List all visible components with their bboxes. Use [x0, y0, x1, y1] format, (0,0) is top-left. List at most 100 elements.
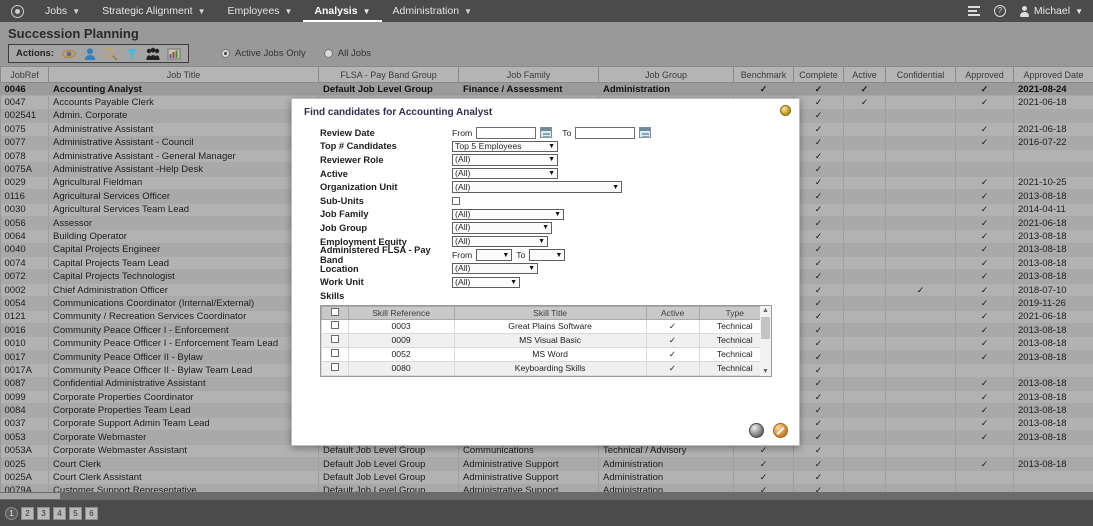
radio-active-jobs-only[interactable]: Active Jobs Only	[221, 48, 306, 59]
nav-item-analysis[interactable]: Analysis ▼	[303, 0, 381, 22]
check-icon: ✓	[814, 445, 823, 456]
check-icon: ✓	[759, 83, 768, 94]
active-select[interactable]: (All) ▼	[452, 167, 558, 180]
grid-column-header[interactable]: Approved	[955, 66, 1014, 83]
group-icon[interactable]	[146, 47, 160, 61]
radio-all-jobs[interactable]: All Jobs	[323, 48, 371, 59]
page-button[interactable]: 5	[69, 506, 82, 520]
calendar-icon[interactable]	[639, 127, 652, 139]
skills-row[interactable]: 0003 Great Plains Software ✓ Technical	[321, 318, 772, 334]
grid-column-header[interactable]: Benchmark	[733, 66, 794, 83]
job-title-cell: Corporate Webmaster Assistant	[48, 444, 319, 458]
person-icon[interactable]	[83, 47, 97, 61]
calendar-icon[interactable]	[540, 127, 553, 139]
organization-unit-select[interactable]: (All) ▼	[452, 181, 622, 193]
job-group-select[interactable]: (All) ▼	[452, 222, 552, 234]
eye-icon[interactable]	[62, 47, 76, 61]
skills-table-container[interactable]: Skill Reference Skill Title Active Type 000…	[320, 304, 772, 377]
skills-select-all-header[interactable]	[321, 305, 349, 320]
approved-cell: ✓	[955, 350, 1014, 365]
check-icon: ✓	[980, 137, 989, 148]
grid-column-header[interactable]: Job Title	[48, 66, 319, 83]
cancel-button[interactable]	[773, 423, 788, 438]
reviewer-role-select[interactable]: (All) ▼	[452, 154, 558, 166]
scroll-down-arrow-icon[interactable]: ▼	[760, 368, 771, 375]
field-top-candidates: Top # Candidates Top 5 Employees ▼	[292, 140, 799, 154]
skills-row[interactable]: 0009 MS Visual Basic ✓ Technical	[321, 332, 772, 348]
scroll-up-arrow-icon[interactable]: ▲	[760, 306, 771, 315]
select-all-checkbox[interactable]	[330, 307, 339, 316]
table-row[interactable]: 0053A Corporate Webmaster Assistant Defaul…	[0, 444, 1093, 458]
job-family-select[interactable]: (All) ▼	[452, 208, 564, 221]
menu-lines-icon[interactable]	[967, 6, 980, 16]
grid-column-header[interactable]: Job Family	[458, 66, 599, 83]
chevron-down-icon: ▼	[510, 278, 517, 286]
grid-column-header[interactable]: FLSA - Pay Band Group	[318, 66, 459, 83]
sub-units-checkbox[interactable]	[452, 196, 460, 205]
grid-column-header[interactable]: Active	[843, 66, 886, 83]
magnifier-icon[interactable]	[104, 47, 118, 61]
complete-cell: ✓	[793, 229, 844, 244]
location-select[interactable]: (All) ▼	[452, 262, 538, 275]
skill-checkbox[interactable]	[330, 349, 339, 358]
review-date-to-input[interactable]	[575, 127, 636, 139]
skill-checkbox[interactable]	[330, 363, 339, 372]
confidential-cell	[885, 122, 956, 137]
skills-column-header[interactable]: Skill Title	[453, 305, 647, 320]
approved-date-cell: 2013-08-18	[1013, 350, 1093, 365]
table-row[interactable]: 0046 Accounting Analyst Default Job Level …	[0, 82, 1093, 97]
page-button[interactable]: 3	[37, 506, 50, 520]
help-icon[interactable]: ?	[993, 5, 1006, 17]
nav-item-administration[interactable]: Administration ▼	[382, 0, 483, 22]
check-icon: ✓	[814, 391, 823, 402]
nav-item-label: Jobs	[45, 5, 68, 17]
nav-item-employees[interactable]: Employees ▼	[217, 0, 304, 22]
active-cell	[843, 310, 886, 325]
approved-date-cell: 2013-08-18	[1013, 417, 1093, 432]
employment-equity-select[interactable]: (All) ▼	[452, 235, 548, 248]
horizontal-scrollbar[interactable]	[0, 492, 1093, 500]
page-button[interactable]: 4	[53, 506, 66, 520]
close-icon[interactable]	[780, 105, 791, 116]
table-row[interactable]: 0025A Court Clerk Assistant Default Job Le…	[0, 470, 1093, 485]
skills-row[interactable]: 0080 Keyboarding Skills ✓ Technical	[321, 360, 772, 376]
flsa-from-select[interactable]: ▼	[476, 249, 513, 261]
flsa-to-select[interactable]: ▼	[529, 249, 566, 261]
grid-column-header[interactable]: Approved Date	[1013, 66, 1093, 83]
scroll-thumb[interactable]	[0, 493, 60, 499]
nav-item-jobs[interactable]: Jobs ▼	[34, 0, 91, 22]
page-button[interactable]: 6	[85, 506, 98, 520]
top-navigation-bar: Jobs ▼ Strategic Alignment ▼ Employees ▼ Analy…	[0, 0, 1093, 22]
user-menu[interactable]: Michael ▼	[1019, 5, 1083, 17]
skill-checkbox[interactable]	[330, 321, 339, 330]
job-ref-cell: 002541	[0, 109, 49, 124]
work-unit-select[interactable]: (All) ▼	[452, 276, 520, 289]
review-date-to-label: To	[562, 127, 572, 138]
page-button[interactable]: 1	[5, 506, 18, 520]
grid-column-header[interactable]: JobRef	[0, 66, 49, 83]
top-candidates-select[interactable]: Top 5 Employees ▼	[452, 140, 558, 153]
active-cell	[843, 149, 886, 164]
review-date-from-input[interactable]	[476, 127, 537, 139]
skills-scrollbar[interactable]: ▲ ▼	[760, 305, 771, 376]
grid-column-header[interactable]: Complete	[793, 66, 844, 83]
confidential-cell	[885, 149, 956, 164]
nav-item-strategic-alignment[interactable]: Strategic Alignment ▼	[91, 0, 216, 22]
page-button[interactable]: 2	[21, 506, 34, 520]
funnel-icon[interactable]	[125, 47, 139, 61]
skill-checkbox[interactable]	[330, 335, 339, 344]
check-icon: ✓	[980, 311, 989, 322]
ok-button[interactable]	[749, 423, 764, 438]
table-row[interactable]: 0025 Court Clerk Default Job Level Group Ad…	[0, 457, 1093, 472]
grid-column-header[interactable]: Confidential	[885, 66, 956, 83]
chart-icon[interactable]	[167, 47, 181, 61]
scroll-thumb[interactable]	[761, 316, 770, 339]
chevron-down-icon: ▼	[554, 210, 561, 218]
skills-row[interactable]: 0052 MS Word ✓ Technical	[321, 346, 772, 362]
skills-column-header[interactable]: Skill Reference	[347, 305, 455, 320]
approved-date-cell	[1013, 470, 1093, 485]
skills-column-header[interactable]: Active	[645, 305, 700, 320]
grid-column-header[interactable]: Job Group	[598, 66, 734, 83]
confidential-cell	[885, 216, 956, 231]
